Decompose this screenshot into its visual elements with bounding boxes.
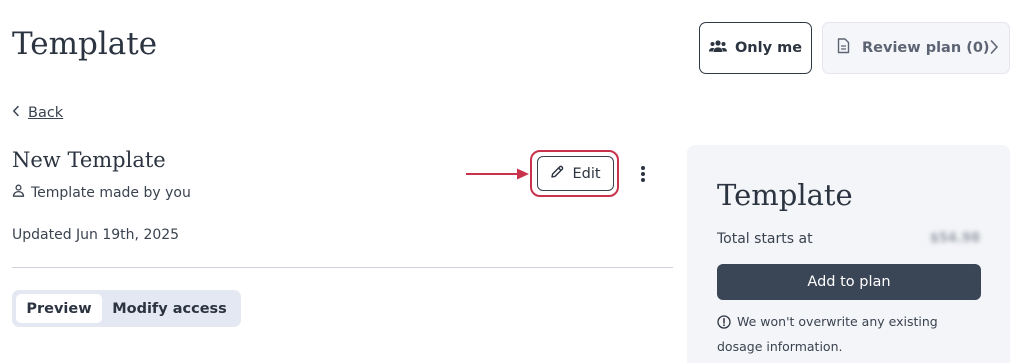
person-icon: [12, 184, 25, 201]
chevron-right-icon: [989, 39, 999, 59]
total-label: Total starts at: [717, 231, 813, 247]
tab-modify-access[interactable]: Modify access: [102, 294, 237, 323]
info-icon: [717, 314, 731, 336]
chevron-left-icon: [12, 105, 20, 121]
document-icon: [837, 38, 850, 58]
template-owner: Template made by you: [12, 184, 191, 201]
updated-date: Updated Jun 19th, 2025: [12, 227, 180, 243]
only-me-label: Only me: [734, 40, 803, 56]
review-plan-label: Review plan (0): [862, 40, 990, 56]
arrow-right-icon: [466, 166, 532, 186]
edit-label: Edit: [572, 165, 601, 182]
review-plan-button[interactable]: Review plan (0): [822, 22, 1010, 74]
only-me-button[interactable]: Only me: [699, 22, 812, 74]
add-to-plan-button[interactable]: Add to plan: [717, 264, 981, 300]
back-label: Back: [28, 105, 64, 121]
edit-button[interactable]: Edit: [537, 156, 614, 191]
dosage-note-text: We won't overwrite any existing dosage i…: [717, 314, 938, 354]
total-price: $54.98: [929, 231, 980, 246]
plan-summary-panel: Template Total starts at $54.98 Add to p…: [687, 145, 1010, 363]
tab-preview[interactable]: Preview: [16, 294, 102, 323]
template-owner-label: Template made by you: [31, 184, 191, 201]
divider: [12, 267, 673, 268]
people-icon: [708, 39, 727, 57]
view-tabs: Preview Modify access: [12, 290, 241, 327]
pencil-icon: [550, 165, 564, 183]
dosage-note: We won't overwrite any existing dosage i…: [717, 311, 987, 358]
back-link[interactable]: Back: [12, 105, 63, 121]
more-vertical-icon[interactable]: [636, 164, 650, 184]
panel-title: Template: [717, 178, 853, 212]
template-name: New Template: [12, 148, 166, 172]
page-title: Template: [12, 26, 158, 62]
